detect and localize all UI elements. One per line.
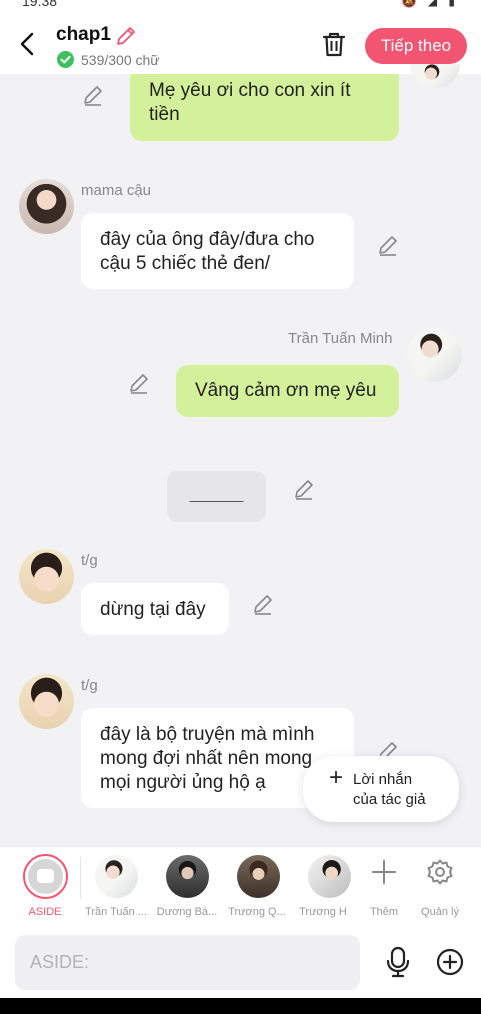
next-button[interactable]: Tiếp theo xyxy=(365,28,467,64)
add-circle-icon[interactable] xyxy=(436,948,464,976)
aside-chip[interactable] xyxy=(23,854,68,899)
sender-name: t/g xyxy=(81,677,98,694)
microphone-icon[interactable] xyxy=(384,946,412,978)
trash-icon[interactable] xyxy=(321,30,347,58)
status-icons: 🔕 ◢ ▮ xyxy=(401,0,459,8)
edit-message-icon[interactable] xyxy=(293,478,315,500)
character-bar: ASIDE Trần Tuấn ... Dương Bá... Trương Q… xyxy=(0,846,481,926)
message-line: dừng tại đây xyxy=(100,599,206,620)
aside-icon xyxy=(28,859,63,894)
chat-area[interactable]: Mẹ yêu ơi cho con xin ít tiền mama cậu đ… xyxy=(0,74,481,846)
chapter-title: chap1 xyxy=(56,24,111,45)
word-count: 539/300 chữ xyxy=(81,52,160,68)
sender-name: Trần Tuấn Minh xyxy=(288,330,393,347)
avatar[interactable] xyxy=(19,179,74,234)
character-label: Trương Q... xyxy=(228,906,286,918)
message-line: cậu 5 chiếc thẻ đen/ xyxy=(100,253,271,274)
divider xyxy=(80,857,81,899)
message-bubble[interactable]: Mẹ yêu ơi cho con xin ít tiền xyxy=(130,74,399,141)
manage-label: Quản lý xyxy=(421,906,459,918)
message-input[interactable] xyxy=(15,935,360,990)
avatar[interactable] xyxy=(19,674,74,729)
message-bubble[interactable]: Vâng cảm ơn mẹ yêu xyxy=(176,365,399,417)
message-line: đây của ông đây/đưa cho xyxy=(100,229,315,250)
check-icon xyxy=(57,51,74,68)
edit-message-icon[interactable] xyxy=(252,593,274,615)
system-nav-bar xyxy=(0,998,481,1014)
sender-name: mama cậu xyxy=(81,182,152,199)
message-line: đây là bộ truyện mà mình xyxy=(100,724,315,745)
character-label: Trần Tuấn ... xyxy=(85,906,147,918)
author-note-label: của tác giả xyxy=(353,791,426,808)
aside-label: ASIDE xyxy=(28,906,62,918)
avatar[interactable] xyxy=(407,327,462,382)
status-bar: 19:38 🔕 ◢ ▮ xyxy=(0,0,481,8)
character-avatar[interactable] xyxy=(166,855,209,898)
message-line: Vâng cảm ơn mẹ yêu xyxy=(195,380,377,401)
message-line: Mẹ yêu ơi cho con xin ít xyxy=(149,80,351,101)
character-label: Trương H xyxy=(299,906,347,918)
add-character-icon[interactable] xyxy=(370,858,398,886)
edit-title-icon[interactable] xyxy=(115,25,137,47)
composer-bar xyxy=(0,926,481,998)
sender-name: t/g xyxy=(81,552,98,569)
edit-message-icon[interactable] xyxy=(82,84,104,106)
edit-message-icon[interactable] xyxy=(128,372,150,394)
character-avatar[interactable] xyxy=(95,855,138,898)
message-line: mọi người ủng hộ ạ xyxy=(100,772,266,793)
status-time: 19:38 xyxy=(22,0,58,8)
message-line: mong đợi nhất nên mong xyxy=(100,748,313,769)
message-bubble[interactable]: đây của ông đây/đưa cho cậu 5 chiếc thẻ … xyxy=(81,213,354,289)
author-note-button[interactable]: + Lời nhắn của tác giả xyxy=(303,756,459,822)
character-avatar[interactable] xyxy=(237,855,280,898)
message-bubble[interactable]: dừng tại đây xyxy=(81,583,229,635)
message-line: tiền xyxy=(149,104,180,125)
top-bar: chap1 539/300 chữ Tiếp theo xyxy=(0,8,481,88)
back-arrow-icon[interactable] xyxy=(14,30,42,58)
plus-icon: + xyxy=(329,764,344,791)
separator-message[interactable]: ______ xyxy=(167,471,266,522)
author-note-label: Lời nhắn xyxy=(353,771,413,788)
gear-icon[interactable] xyxy=(426,858,454,886)
character-label: Dương Bá... xyxy=(156,906,218,918)
character-avatar[interactable] xyxy=(308,855,351,898)
edit-message-icon[interactable] xyxy=(377,234,399,256)
avatar[interactable] xyxy=(19,549,74,604)
